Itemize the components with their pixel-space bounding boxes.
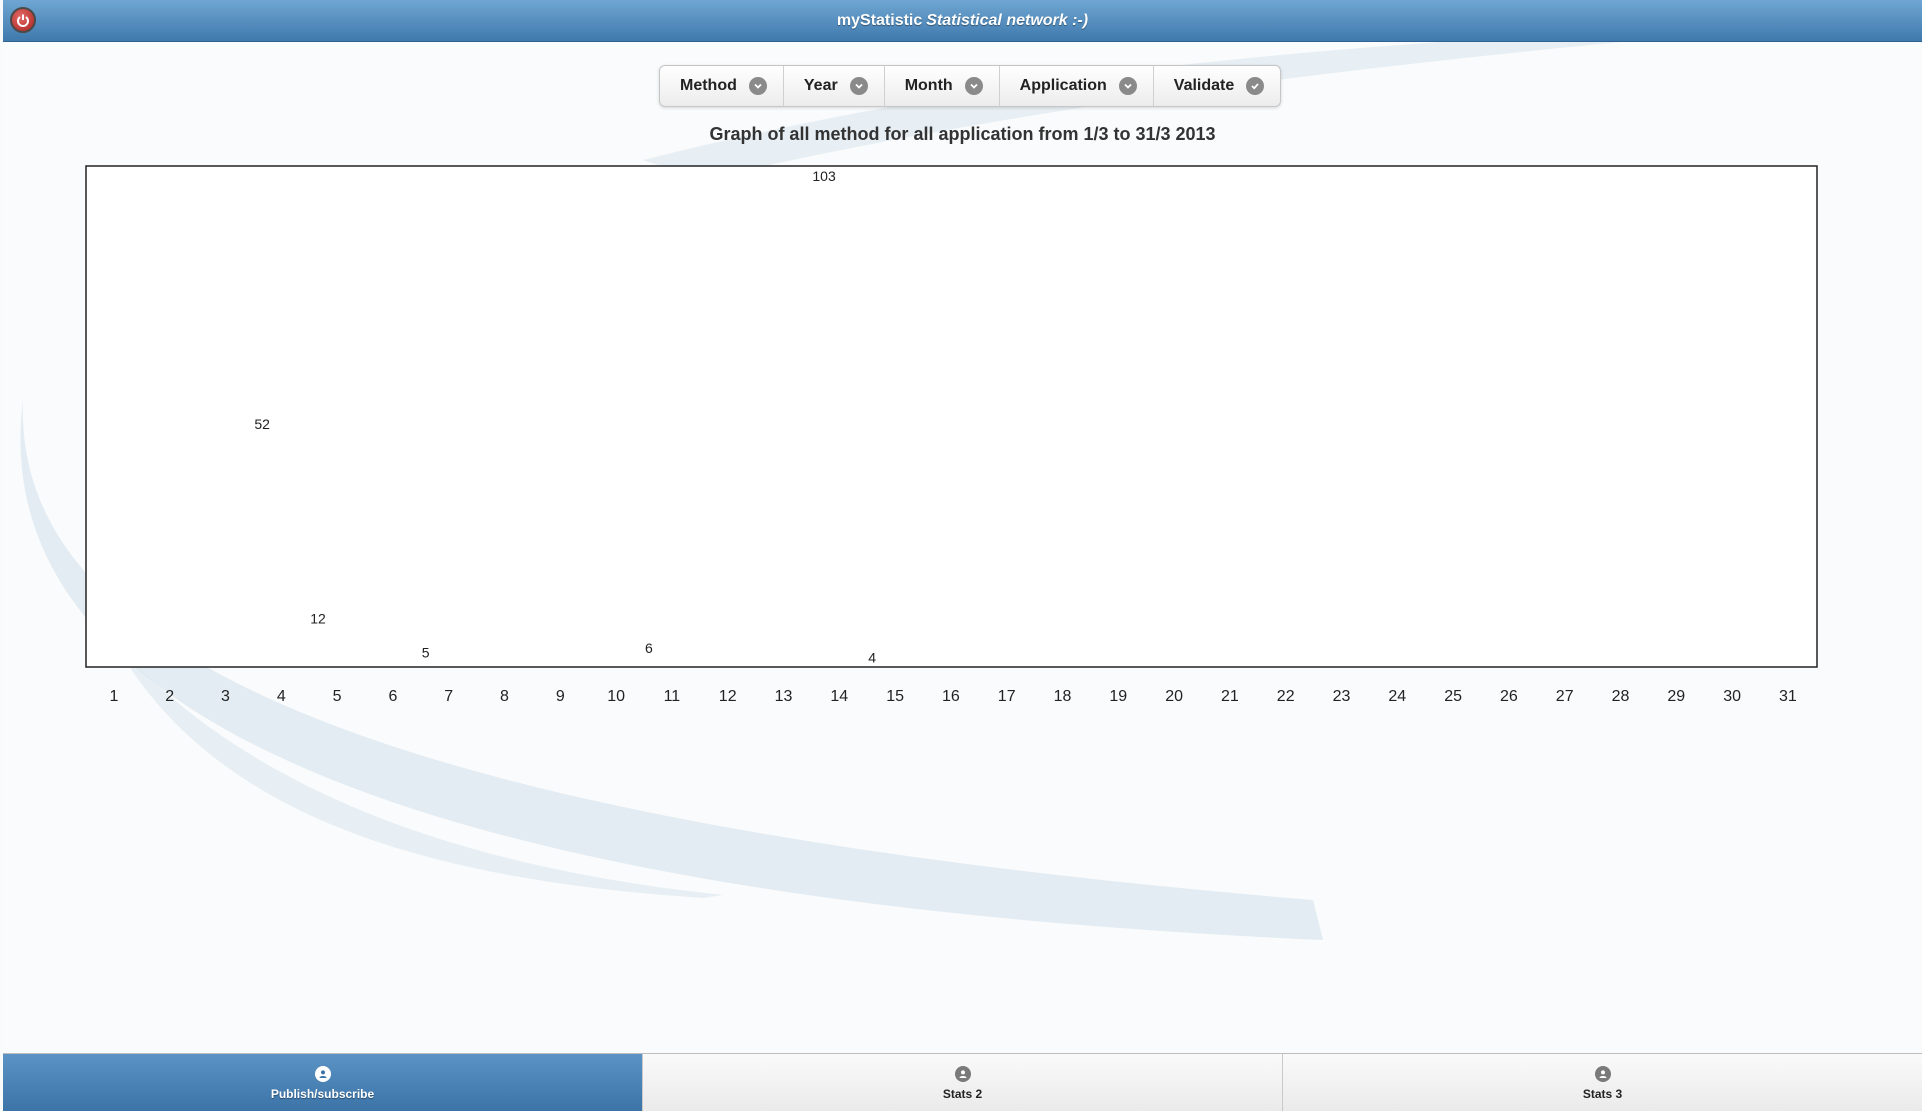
plot-area [85, 165, 1818, 668]
x-tick-label: 19 [1109, 688, 1127, 705]
user-icon [1594, 1065, 1611, 1082]
method-label: Method [680, 77, 737, 94]
month-dropdown[interactable]: Month [885, 66, 1000, 106]
x-tick-label: 28 [1612, 688, 1630, 705]
x-tick-label: 4 [277, 688, 286, 705]
x-tick-label: 26 [1500, 688, 1518, 705]
x-tick-label: 17 [998, 688, 1016, 705]
user-icon [314, 1065, 331, 1082]
x-tick-label: 21 [1221, 688, 1239, 705]
x-tick-label: 22 [1277, 688, 1295, 705]
bar-value-label: 4 [868, 650, 876, 666]
x-tick-label: 12 [719, 688, 737, 705]
checkmark-icon [1246, 77, 1265, 95]
x-tick-label: 23 [1333, 688, 1351, 705]
bar-value-label: 5 [422, 645, 430, 661]
filter-toolbar: Method Year Month Application Validate [659, 65, 1282, 107]
x-tick-label: 24 [1388, 688, 1406, 705]
application-dropdown[interactable]: Application [1000, 66, 1154, 106]
tab-publish-subscribe[interactable]: Publish/subscribe [3, 1054, 643, 1111]
x-tick-label: 11 [664, 688, 681, 705]
chevron-down-icon [1118, 77, 1137, 95]
tab-label: Publish/subscribe [270, 1086, 375, 1101]
validate-label: Validate [1173, 77, 1235, 94]
x-tick-label: 7 [444, 688, 453, 705]
x-tick-label: 13 [775, 688, 793, 705]
bar-value-label: 52 [254, 416, 270, 432]
x-tick-label: 20 [1165, 688, 1183, 705]
x-tick-label: 5 [333, 688, 342, 705]
tab-stats-3[interactable]: Stats 3 [1283, 1054, 1922, 1111]
chart-title: Graph of all method for all application … [709, 124, 1216, 144]
x-tick-label: 8 [500, 688, 509, 705]
bar-value-label: 12 [310, 611, 326, 627]
application-label: Application [1019, 77, 1107, 94]
app-window: myStatistic Statistical network :-) Meth… [3, 0, 1922, 1111]
app-header: myStatistic Statistical network :-) [3, 0, 1922, 42]
x-tick-label: 6 [388, 688, 397, 705]
x-tick-label: 30 [1723, 688, 1741, 705]
bar-chart: 52125 610341 2 3 4 5 6 7 8 9 10 11 12 13 14 15 16 17 18 19 2… [85, 165, 1818, 705]
user-icon [954, 1065, 971, 1082]
method-dropdown[interactable]: Method [660, 66, 784, 106]
x-tick-label: 1 [109, 688, 118, 705]
x-tick-label: 31 [1779, 688, 1797, 705]
bar-value-label: 6 [645, 640, 653, 656]
x-tick-label: 10 [607, 688, 625, 705]
year-label: Year [803, 77, 838, 94]
tab-label: Stats 2 [942, 1086, 983, 1101]
bottom-tab-bar: Publish/subscribe Stats 2 Stats 3 [3, 1053, 1922, 1111]
bar-value-label: 103 [812, 168, 836, 184]
chevron-down-icon [849, 77, 868, 95]
chevron-down-icon [964, 77, 983, 95]
x-tick-label: 14 [830, 688, 848, 705]
x-tick-label: 2 [165, 688, 174, 705]
chevron-down-icon [748, 77, 767, 95]
month-label: Month [904, 77, 953, 94]
logout-button[interactable] [10, 7, 36, 33]
x-tick-label: 16 [942, 688, 960, 705]
x-tick-label: 29 [1667, 688, 1685, 705]
x-tick-label: 25 [1444, 688, 1462, 705]
power-icon [17, 14, 29, 27]
tab-label: Stats 3 [1582, 1086, 1623, 1101]
x-tick-label: 27 [1556, 688, 1574, 705]
x-tick-label: 15 [886, 688, 904, 705]
tab-stats-2[interactable]: Stats 2 [643, 1054, 1283, 1111]
validate-button[interactable]: Validate [1154, 66, 1280, 106]
app-title: myStatistic [836, 11, 923, 29]
x-tick-label: 18 [1054, 688, 1072, 705]
x-tick-label: 3 [221, 688, 230, 705]
app-subtitle: Statistical network :-) [926, 11, 1089, 29]
x-tick-label: 9 [556, 688, 565, 705]
year-dropdown[interactable]: Year [784, 66, 885, 106]
